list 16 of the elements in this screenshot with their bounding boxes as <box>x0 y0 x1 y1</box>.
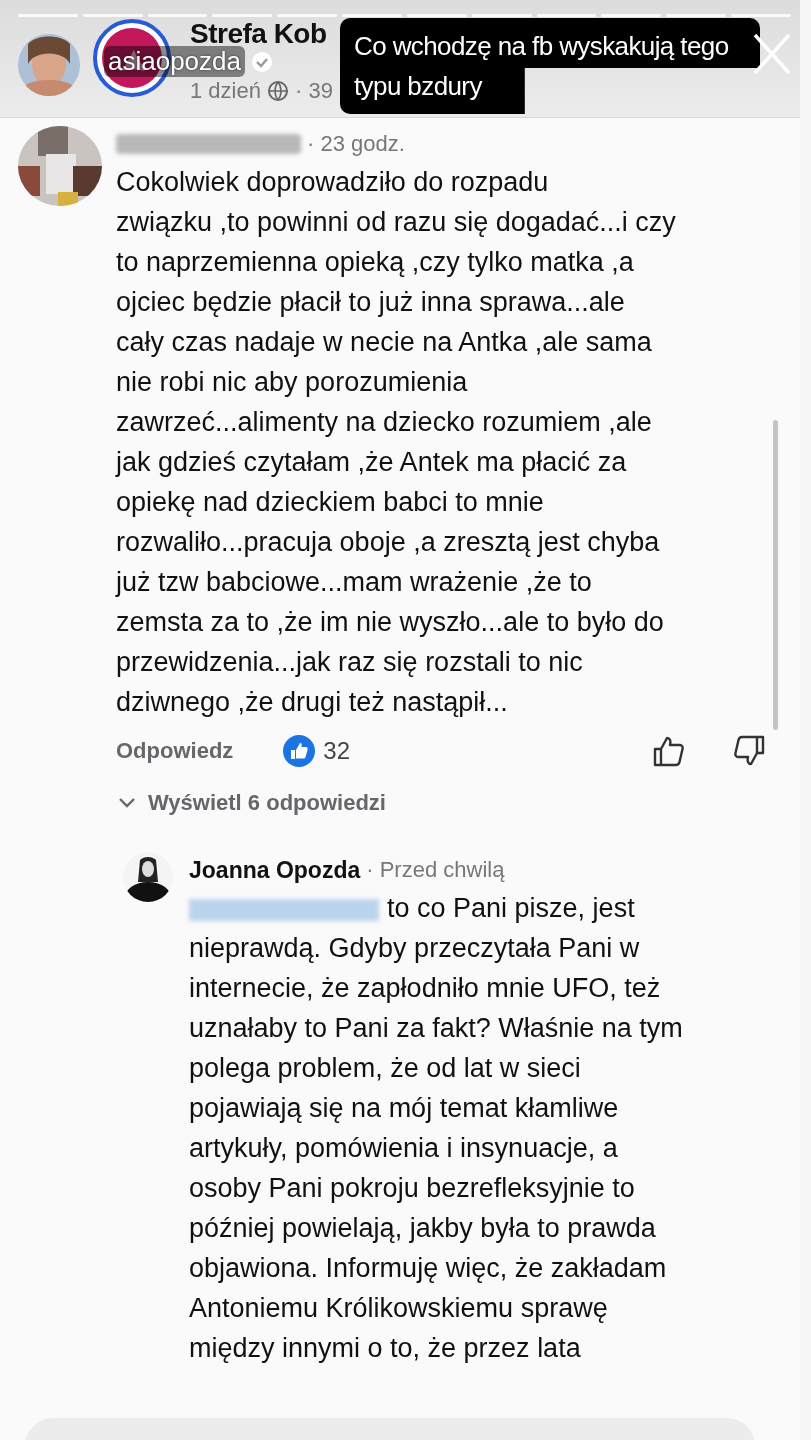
reply-time: · Przed chwilą <box>366 857 505 883</box>
thumbs-down-icon[interactable] <box>732 734 766 768</box>
globe-icon <box>266 80 289 102</box>
comment-time: · 23 godz. <box>307 131 405 157</box>
reply-link[interactable]: Odpowiedz <box>116 738 234 764</box>
reply-text: to co Pani pisze, jest nieprawdą. Gdyby przeczytała Pani w internecie, że zapłodniło mnie UFO, też uznałaby to Pani za fakt? Właśnie na tym polega problem, że od lat w sieci pojawiają się na mój temat kłamliwe artykuły, pomówienia i insynuacje, a osoby Pani pokroju bezrefleksyjnie to później powielają, jakby była to prawda objawiona. Informuję więc, że zakładam Antoniemu Królikowskiemu sprawę między innymi o to, że przez lata <box>189 892 683 1365</box>
story-age: · 39 <box>294 78 333 104</box>
view-replies-link[interactable]: Wyświetl 6 odpowiedzi <box>148 790 386 816</box>
reply-author[interactable]: Joanna Opozda <box>189 856 361 884</box>
close-icon[interactable] <box>752 32 792 76</box>
comment-text: Cokolwiek doprowadziło do rozpadu związku ,to powinni od razu się dogadać...i czy to naprzemienna opieką ,czy tylko matka ,a ojciec będzie płacił to już inna sprawa...ale cały czas nadaje w necie na Antka ,ale sama nie robi nic aby porozumienia zawrzeć...alimenty na dziecko rozumiem ,ale jak gdzieś czytałam ,że Antek ma płacić za opiekę nad dzieckiem babci to mnie rozwaliło...pracuja oboje ,a zresztą jest chyba już tzw babciowe...mam wrażenie ,że to zemsta za to ,że im nie wyszło...ale to było do przewidzenia...jak raz się rozstali to nic dziwnego ,że drugi też nastąpił... <box>116 166 677 719</box>
chevron-down-icon <box>118 797 136 809</box>
thumbs-up-icon[interactable] <box>652 734 686 768</box>
post-time: 1 dzień <box>190 78 261 104</box>
like-reaction-icon <box>283 735 316 767</box>
reaction-count: 32 <box>323 737 351 765</box>
